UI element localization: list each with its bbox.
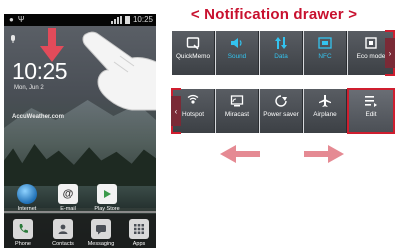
battery-icon: [124, 16, 130, 24]
scroll-right-chevron-icon[interactable]: ›: [385, 38, 395, 68]
tile-label: Power saver: [263, 111, 299, 118]
weather-brand: AccuWeather.com: [12, 114, 64, 120]
at-sign-icon: @: [58, 184, 78, 204]
contacts-icon: [53, 219, 73, 239]
apps-grid-icon: [129, 219, 149, 239]
app-internet[interactable]: Internet: [10, 184, 44, 212]
quick-settings-row-1: QuickMemo Sound Data NFC Eco mode: [172, 31, 394, 75]
dock-divider: [4, 211, 156, 213]
app-email[interactable]: @ E-mail: [51, 184, 85, 212]
tile-miracast[interactable]: Miracast: [216, 89, 259, 133]
tile-label: Data: [274, 53, 288, 60]
app-label: Phone: [15, 241, 31, 247]
tile-label: Miracast: [224, 111, 250, 118]
dock-phone[interactable]: Phone: [6, 219, 40, 247]
dock-contacts[interactable]: Contacts: [46, 219, 80, 247]
power-saver-icon: [275, 95, 287, 107]
tile-label: Hotspot: [181, 111, 205, 118]
app-play-store[interactable]: Play Store: [90, 184, 124, 212]
speaker-icon: [231, 38, 242, 48]
tile-label: Eco mode: [356, 53, 386, 60]
google-mic-icon[interactable]: [8, 34, 18, 44]
tile-label: QuickMemo: [175, 53, 211, 60]
phone-screen: ● Ψ 10:25 10:25 Mon, Jun 2 AccuWeather.c…: [4, 14, 156, 248]
usb-notification-icon: Ψ: [17, 15, 25, 24]
mic-notification-icon: ●: [9, 15, 14, 24]
play-store-icon: [97, 184, 117, 204]
nfc-icon: [318, 37, 332, 49]
tile-data[interactable]: Data: [260, 31, 303, 75]
tile-power-saver[interactable]: Power saver: [260, 89, 303, 133]
scroll-left-chevron-icon[interactable]: ‹: [171, 96, 181, 126]
hotspot-icon: [187, 94, 199, 104]
airplane-icon: [319, 95, 331, 107]
swipe-down-arrow-icon: [40, 28, 64, 62]
miracast-icon: [230, 95, 244, 107]
messaging-icon: [91, 219, 111, 239]
eco-mode-icon: [365, 37, 377, 49]
swipe-left-right-arrows-icon: [220, 145, 344, 163]
tile-airplane[interactable]: Airplane: [304, 89, 347, 133]
tile-label: Sound: [227, 53, 247, 60]
dock-messaging[interactable]: Messaging: [84, 219, 118, 247]
home-date: Mon, Jun 2: [14, 85, 44, 91]
tile-label: NFC: [318, 53, 332, 60]
tile-nfc[interactable]: NFC: [304, 31, 347, 75]
notification-drawer-heading: < Notification drawer >: [190, 6, 358, 23]
quickmemo-icon: [186, 37, 200, 50]
data-arrows-icon: [275, 37, 287, 49]
tile-quickmemo[interactable]: QuickMemo: [172, 31, 215, 75]
dock-apps[interactable]: Apps: [122, 219, 156, 247]
app-label: Apps: [132, 241, 146, 247]
edit-tile-highlight: [347, 88, 395, 134]
globe-icon: [17, 184, 37, 204]
signal-bars-icon: [110, 16, 122, 24]
app-label: Messaging: [87, 241, 115, 247]
status-time: 10:25: [132, 15, 153, 24]
phone-icon: [13, 219, 33, 239]
tile-label: Airplane: [313, 111, 337, 118]
hand-gesture-icon: [82, 31, 156, 111]
tile-sound[interactable]: Sound: [216, 31, 259, 75]
status-bar[interactable]: ● Ψ 10:25: [4, 14, 156, 26]
app-label: Contacts: [52, 241, 74, 247]
